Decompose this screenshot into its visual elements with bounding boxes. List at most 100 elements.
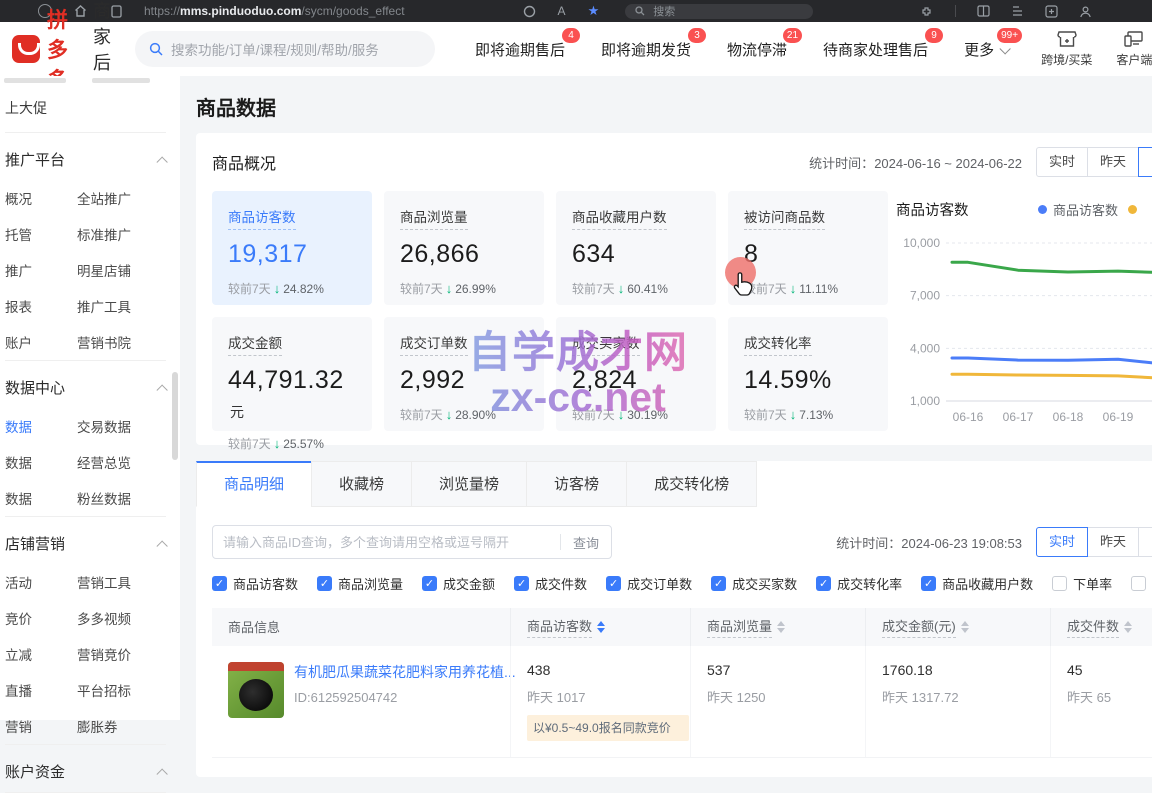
sidebar-item[interactable]: 经营总览 (77, 452, 131, 472)
goods-id-input[interactable] (213, 535, 560, 550)
header-icon-item[interactable]: 客户端 (1116, 30, 1152, 68)
column-header[interactable]: 成交件数 (1050, 608, 1152, 646)
sort-icon[interactable] (597, 621, 605, 633)
sort-icon[interactable] (777, 621, 785, 633)
sidebar-item[interactable]: 交易数据 (77, 416, 131, 436)
split-screen-icon[interactable] (977, 5, 990, 17)
checkbox-checked-icon[interactable]: ✓ (212, 576, 227, 591)
sidebar-scrollbar[interactable] (172, 372, 178, 460)
metric-checkbox[interactable]: 下单率 (1052, 574, 1112, 593)
tab-成交转化榜[interactable]: 成交转化榜 (626, 461, 757, 507)
sidebar-item[interactable]: 概况 (5, 188, 77, 208)
sidebar-item[interactable]: 数据 (5, 488, 77, 508)
checkbox-icon[interactable] (1052, 576, 1067, 591)
column-header[interactable]: 商品浏览量 (690, 608, 865, 646)
sidebar-item[interactable]: 报表 (5, 296, 77, 316)
metric-checkbox[interactable]: ✓成交件数 (514, 574, 587, 593)
tab-page-icon[interactable] (111, 5, 122, 18)
metric-checkbox[interactable]: ✓成交金额 (422, 574, 495, 593)
checkbox-checked-icon[interactable]: ✓ (921, 576, 936, 591)
range-button[interactable]: 7天 (1138, 527, 1152, 557)
range-button[interactable]: 7天 (1138, 147, 1152, 177)
checkbox-checked-icon[interactable]: ✓ (422, 576, 437, 591)
checkbox-checked-icon[interactable]: ✓ (606, 576, 621, 591)
checkbox-checked-icon[interactable]: ✓ (816, 576, 831, 591)
nav-item[interactable]: 即将逾期发货3 (601, 39, 691, 60)
sidebar-item[interactable]: 营销工具 (77, 572, 131, 592)
range-button[interactable]: 实时 (1036, 147, 1088, 177)
checkbox-icon[interactable] (1131, 576, 1146, 591)
nav-item[interactable]: 待商家处理售后9 (823, 39, 928, 60)
metric-checkbox[interactable]: ✓成交订单数 (606, 574, 692, 593)
nav-item[interactable]: 物流停滞21 (727, 39, 787, 60)
metric-checkbox[interactable]: ✓成交转化率 (816, 574, 902, 593)
legend-item[interactable] (1128, 205, 1143, 214)
range-button[interactable]: 实时 (1036, 527, 1088, 557)
sidebar-item[interactable]: 标准推广 (77, 224, 131, 244)
bookmark-star-icon[interactable]: ★ (588, 3, 600, 19)
metric-checkbox[interactable]: 成交率 (1131, 574, 1152, 593)
range-button[interactable]: 昨天 (1087, 527, 1139, 557)
sidebar-item[interactable]: 推广工具 (77, 296, 131, 316)
stat-card[interactable]: 成交转化率14.59%较前7天↓7.13% (728, 317, 888, 431)
legend-item[interactable]: 商品访客数 (1038, 200, 1118, 219)
checkbox-checked-icon[interactable]: ✓ (514, 576, 529, 591)
nav-item[interactable]: 即将逾期售后4 (475, 39, 565, 60)
sidebar-section-header[interactable]: 推广平台 (5, 133, 180, 180)
metric-checkbox[interactable]: ✓商品收藏用户数 (921, 574, 1033, 593)
stat-card[interactable]: 商品访客数19,317较前7天↓24.82% (212, 191, 372, 305)
sidebar-item[interactable]: 托管 (5, 224, 77, 244)
sidebar-item[interactable]: 粉丝数据 (77, 488, 131, 508)
favorites-list-icon[interactable] (1011, 5, 1024, 17)
sidebar-item-promo[interactable]: 上大促 (5, 90, 180, 132)
product-title-link[interactable]: 有机肥瓜果蔬菜花肥料家用养花植... (294, 662, 516, 682)
read-aloud-icon[interactable]: A (558, 4, 566, 18)
range-button[interactable]: 昨天 (1087, 147, 1139, 177)
sidebar-item[interactable]: 营销竞价 (77, 644, 131, 664)
stat-card[interactable]: 商品收藏用户数634较前7天↓60.41% (556, 191, 716, 305)
column-header[interactable]: 成交金额(元) (865, 608, 1050, 646)
extensions-icon[interactable] (921, 5, 934, 18)
promo-tag[interactable]: 以¥0.5~49.0报名同款竞价 (527, 715, 689, 741)
profile-icon[interactable] (1079, 5, 1092, 18)
stat-card[interactable]: 成交金额44,791.32元较前7天↓25.57% (212, 317, 372, 431)
sidebar-item[interactable]: 直播 (5, 680, 77, 700)
sidebar-item[interactable]: 立减 (5, 644, 77, 664)
sidebar-item[interactable]: 膨胀券 (77, 716, 118, 736)
sidebar-section-header[interactable]: 店铺营销 (5, 517, 180, 564)
sidebar-item[interactable]: 账户 (5, 332, 77, 352)
nav-item[interactable]: 更多99+ (964, 39, 1007, 60)
sort-icon[interactable] (1124, 621, 1132, 633)
sidebar-section-header[interactable]: 数据中心 (5, 361, 180, 408)
address-bar[interactable]: https://mms.pinduoduo.com/sycm/goods_eff… (144, 4, 405, 18)
tab-访客榜[interactable]: 访客榜 (526, 461, 627, 507)
sort-icon[interactable] (961, 621, 969, 633)
collections-add-icon[interactable] (1045, 5, 1058, 18)
tab-商品明细[interactable]: 商品明细 (196, 461, 312, 507)
stat-card[interactable]: 成交订单数2,992较前7天↓28.90% (384, 317, 544, 431)
stat-card[interactable]: 商品浏览量26,866较前7天↓26.99% (384, 191, 544, 305)
checkbox-checked-icon[interactable]: ✓ (317, 576, 332, 591)
metric-checkbox[interactable]: ✓成交买家数 (711, 574, 797, 593)
sidebar-item[interactable]: 全站推广 (77, 188, 131, 208)
sidebar-item[interactable]: 竞价 (5, 608, 77, 628)
home-icon[interactable] (74, 5, 87, 17)
sidebar-item[interactable]: 多多视频 (77, 608, 131, 628)
metric-checkbox[interactable]: ✓商品浏览量 (317, 574, 403, 593)
pinduoduo-logo-icon[interactable] (12, 35, 40, 63)
metric-checkbox[interactable]: ✓商品访客数 (212, 574, 298, 593)
sidebar-item[interactable]: 平台招标 (77, 680, 131, 700)
sidebar-item[interactable]: 活动 (5, 572, 77, 592)
tab-浏览量榜[interactable]: 浏览量榜 (411, 461, 527, 507)
browser-search-box[interactable]: 搜索 (625, 4, 813, 19)
stat-card[interactable]: 成交买家数2,824较前7天↓30.19% (556, 317, 716, 431)
sidebar-item[interactable]: 营销书院 (77, 332, 131, 352)
sidebar-item[interactable]: 营销 (5, 716, 77, 736)
sidebar-item[interactable]: 推广 (5, 260, 77, 280)
column-header[interactable]: 商品访客数 (510, 608, 690, 646)
browser-mode-icon[interactable] (523, 5, 536, 18)
admin-search-box[interactable]: 搜索功能/订单/课程/规则/帮助/服务 (135, 31, 435, 67)
tab-收藏榜[interactable]: 收藏榜 (311, 461, 412, 507)
sidebar-item[interactable]: 数据 (5, 452, 77, 472)
sidebar-item[interactable]: 明星店铺 (77, 260, 131, 280)
